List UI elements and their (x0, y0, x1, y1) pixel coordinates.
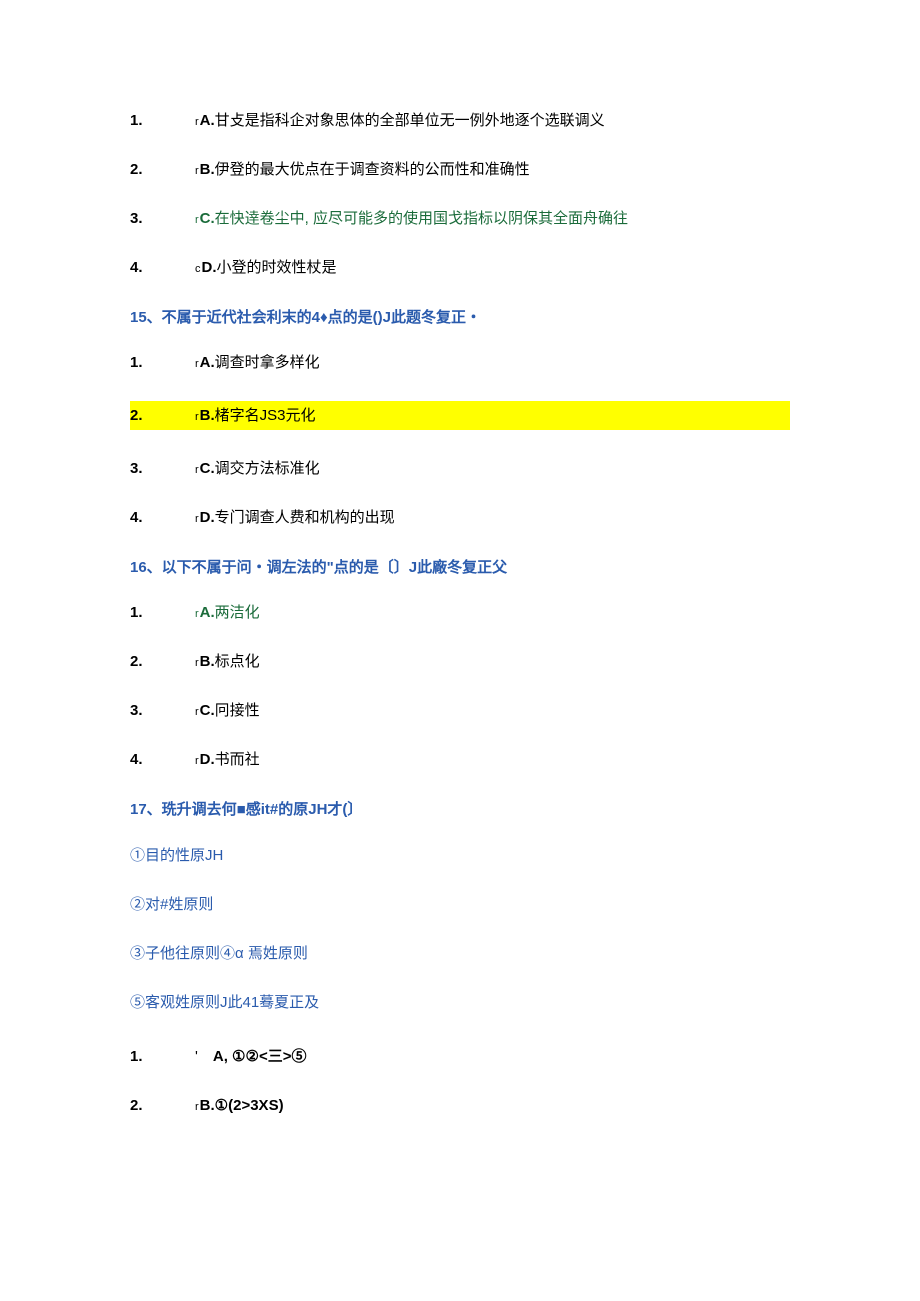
option-text: 标点化 (215, 651, 260, 672)
option-text: 冋接性 (215, 700, 260, 721)
option-prefix: r (195, 463, 199, 478)
document-page: 1. r A. 甘攴是指科企对象思体的全部单位无一例外地逐个选联调义 2. r … (0, 0, 920, 1224)
option-text: 调交方法标准化 (215, 458, 320, 479)
option-prefix: r (195, 410, 199, 425)
option-text: 甘攴是指科企对象思体的全部单位无一例外地逐个选联调义 (215, 110, 605, 131)
option-prefix: r (195, 115, 199, 130)
option-prefix: r (195, 512, 199, 527)
q14-option-3: 3. r C. 在快逹卷尘中, 应尽可能多的使用国戈指标以阴保其全面舟确往 (130, 208, 790, 229)
option-letter: B. (200, 405, 215, 426)
option-prefix: r (195, 213, 199, 228)
option-number: 4. (130, 507, 195, 528)
q17-option-1: 1. ' A, ①②<三>⑤ (130, 1046, 790, 1067)
option-text: ①②<三>⑤ (232, 1048, 306, 1065)
q16-head: 16、以下不属于问・调左法的"点的是〔〕J此廠冬复正父 (130, 556, 790, 577)
option-prefix: r (195, 656, 199, 671)
q16-option-3: 3. r C. 冋接性 (130, 700, 790, 721)
option-number: 1. (130, 602, 195, 623)
option-text: 楮字名JS3元化 (215, 405, 316, 426)
option-letter: C. (200, 458, 215, 479)
q15-option-2-highlighted: 2. r B. 楮字名JS3元化 (130, 401, 790, 430)
option-number: 3. (130, 700, 195, 721)
option-prefix: r (195, 607, 199, 622)
option-number: 3. (130, 458, 195, 479)
option-prefix: r (195, 1100, 199, 1115)
option-letter: A, (213, 1048, 228, 1065)
option-number: 2. (130, 651, 195, 672)
option-text: 调查时拿多样化 (215, 352, 320, 373)
q15-option-3: 3. r C. 调交方法标准化 (130, 458, 790, 479)
q17-option-2: 2. r B. ①(2>3XS) (130, 1095, 790, 1116)
option-number: 2. (130, 405, 195, 426)
option-letter: D. (202, 257, 217, 278)
q16-options-block: 1. r A. 两洁化 2. r B. 标点化 3. r C. 冋接性 4. (130, 602, 790, 770)
q15-head: 15、不属于近代社会利末的4♦点的是()J此题冬复正・ (130, 306, 790, 327)
q17-head: 17、珗升调去何■感it#的原JH才(〕 (130, 798, 790, 819)
option-prefix: c (195, 262, 201, 277)
option-letter: C. (200, 700, 215, 721)
option-prefix: r (195, 357, 199, 372)
option-letter: B. (200, 651, 215, 672)
option-letter: B. (200, 159, 215, 180)
q16-option-2: 2. r B. 标点化 (130, 651, 790, 672)
q14-options-block: 1. r A. 甘攴是指科企对象思体的全部单位无一例外地逐个选联调义 2. r … (130, 110, 790, 278)
option-prefix: r (195, 754, 199, 769)
option-text: 小登的时效性杖是 (217, 257, 337, 278)
q14-option-1: 1. r A. 甘攴是指科企对象思体的全部单位无一例外地逐个选联调义 (130, 110, 790, 131)
option-number: 2. (130, 1095, 195, 1116)
option-letter: B. (200, 1095, 215, 1116)
option-text: 书而社 (215, 749, 260, 770)
q17-sub-2: ②对#姓原则 (130, 893, 790, 914)
q17-sub-1: ①目的性原JH (130, 844, 790, 865)
q15-option-1: 1. r A. 调查时拿多样化 (130, 352, 790, 373)
option-text: 专门调查人费和机构的出现 (215, 507, 395, 528)
option-text: 两洁化 (215, 602, 260, 623)
option-letter: D. (200, 507, 215, 528)
q15-options-block: 1. r A. 调查时拿多样化 2. r B. 楮字名JS3元化 3. r C.… (130, 352, 790, 528)
option-text: ①(2>3XS) (215, 1095, 284, 1116)
option-number: 1. (130, 1046, 195, 1067)
option-letter: A. (200, 110, 215, 131)
option-prefix: r (195, 705, 199, 720)
option-number: 1. (130, 352, 195, 373)
option-letter: A. (200, 352, 215, 373)
option-number: 1. (130, 110, 195, 131)
option-letter: C. (200, 208, 215, 229)
option-number: 4. (130, 749, 195, 770)
option-prefix: ' (195, 1046, 198, 1067)
option-number: 3. (130, 208, 195, 229)
q17-options-block: 1. ' A, ①②<三>⑤ 2. r B. ①(2>3XS) (130, 1046, 790, 1116)
option-letter: D. (200, 749, 215, 770)
q17-sub-4: ⑤客观姓原则J此41蓦夏正及 (130, 991, 790, 1012)
option-number: 2. (130, 159, 195, 180)
option-text: 在快逹卷尘中, 应尽可能多的使用国戈指标以阴保其全面舟确往 (215, 208, 628, 229)
q16-option-1: 1. r A. 两洁化 (130, 602, 790, 623)
q17-sub-3: ③子他往原则④α 焉姓原则 (130, 942, 790, 963)
option-number: 4. (130, 257, 195, 278)
option-prefix: r (195, 164, 199, 179)
q14-option-2: 2. r B. 伊登的最大优点在于调查资料的公而性和准确性 (130, 159, 790, 180)
option-text: 伊登的最大优点在于调查资料的公而性和准确性 (215, 159, 530, 180)
q16-option-4: 4. r D. 书而社 (130, 749, 790, 770)
q14-option-4: 4. c D. 小登的时效性杖是 (130, 257, 790, 278)
q15-option-4: 4. r D. 专门调查人费和机构的出现 (130, 507, 790, 528)
option-letter: A. (200, 602, 215, 623)
